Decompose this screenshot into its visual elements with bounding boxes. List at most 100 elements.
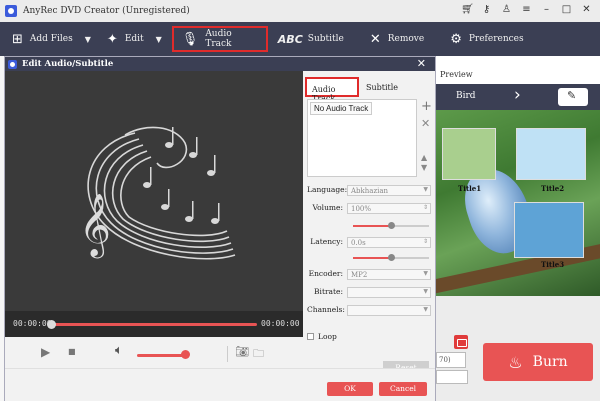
loop-checkbox[interactable]: [307, 333, 314, 340]
dialog-logo-icon: [8, 59, 17, 69]
video-preview: 𝄞: [5, 71, 303, 311]
volume-value: 100%: [351, 205, 372, 213]
title-thumbnail-3[interactable]: [514, 202, 584, 258]
magic-wand-icon: ✦: [106, 31, 118, 47]
add-files-button[interactable]: ⊞ Add Files ▼: [4, 26, 99, 52]
gear-icon: ⚙: [450, 31, 462, 47]
preferences-button[interactable]: ⚙ Preferences: [442, 26, 531, 52]
folder-icon[interactable]: 🗀: [253, 345, 264, 364]
next-arrow-icon[interactable]: ›: [514, 85, 521, 105]
music-note-icon: 𝄞: [79, 126, 236, 260]
language-value: Abkhazian: [351, 187, 389, 195]
dialog-header: Edit Audio/Subtitle ✕: [5, 57, 435, 71]
preferences-label: Preferences: [468, 34, 524, 44]
delete-icon[interactable]: ✕: [421, 117, 430, 130]
folder-icon[interactable]: [454, 335, 468, 349]
tab-subtitle[interactable]: Subtitle: [361, 77, 403, 97]
title-label-2: Title2: [541, 184, 565, 193]
tab-audio-track[interactable]: Audio Track: [305, 77, 359, 103]
burn-button[interactable]: ♨ Burn: [483, 343, 593, 381]
edit-button[interactable]: ✦ Edit ▼: [99, 26, 170, 52]
play-icon[interactable]: ▶: [41, 345, 50, 359]
output-combo[interactable]: 70): [436, 352, 466, 368]
volume-level-handle[interactable]: [388, 222, 395, 229]
volume-level-fill: [353, 225, 391, 227]
key-icon[interactable]: ⚷: [481, 4, 492, 15]
dialog-close-icon[interactable]: ✕: [417, 57, 426, 70]
move-up-icon[interactable]: ▲: [421, 153, 427, 162]
ok-button[interactable]: OK: [327, 382, 373, 396]
stepper-icon[interactable]: ⇕: [423, 204, 428, 211]
minimize-icon[interactable]: –: [541, 4, 552, 15]
encoder-select[interactable]: MP2 ▼: [347, 269, 431, 280]
menu-icon[interactable]: ≡: [521, 4, 532, 15]
latency-fill: [353, 257, 391, 259]
bitrate-select[interactable]: ▼: [347, 287, 431, 298]
chevron-down-icon[interactable]: ▼: [156, 35, 162, 44]
title-bar: AnyRec DVD Creator (Unregistered) 🛒︎ ⚷ ♙…: [0, 0, 600, 22]
channels-row: Channels: ▼: [307, 305, 435, 317]
settings-panel: Audio Track Subtitle No Audio Track + ✕ …: [303, 71, 435, 375]
playback-seek-bar: 00:00:00 00:00:00: [5, 311, 303, 337]
remove-label: Remove: [387, 34, 425, 44]
volume-row: Volume: 100% ⇕: [307, 203, 435, 215]
chevron-down-icon[interactable]: ▼: [85, 35, 91, 44]
loop-option[interactable]: Loop: [307, 332, 337, 341]
volume-level-slider[interactable]: [353, 222, 429, 229]
channels-label: Channels:: [307, 305, 345, 314]
add-icon[interactable]: +: [421, 99, 432, 114]
remove-button[interactable]: ✕ Remove: [362, 26, 432, 52]
stop-icon[interactable]: ■: [68, 347, 76, 356]
menu-template-name: Bird: [456, 91, 476, 101]
encoder-value: MP2: [351, 271, 368, 279]
subtitle-button[interactable]: ABC Subtitle: [270, 26, 352, 52]
edit-menu-button[interactable]: [558, 88, 588, 106]
language-select[interactable]: Abkhazian ▼: [347, 185, 431, 196]
cancel-button[interactable]: Cancel: [379, 382, 427, 396]
svg-text:𝄞: 𝄞: [79, 193, 111, 259]
volume-slider-handle[interactable]: [181, 350, 190, 359]
camera-icon[interactable]: 📷︎: [235, 345, 249, 358]
loop-label: Loop: [318, 332, 337, 341]
title-label-1: Title1: [458, 184, 482, 193]
subtitle-label: Subtitle: [307, 34, 344, 44]
app-logo-icon: [5, 5, 17, 17]
user-icon[interactable]: ♙: [501, 4, 512, 15]
add-files-label: Add Files: [29, 34, 73, 44]
edit-label: Edit: [124, 34, 144, 44]
total-time: 00:00:00: [261, 319, 300, 328]
seek-track[interactable]: [51, 323, 257, 326]
latency-slider[interactable]: [353, 254, 429, 261]
latency-row: Latency: 0.0s ⇕: [307, 237, 435, 249]
audio-track-list[interactable]: No Audio Track: [307, 99, 417, 177]
preview-label: Preview: [440, 70, 473, 79]
bitrate-label: Bitrate:: [314, 287, 343, 296]
stepper-icon[interactable]: ⇕: [423, 238, 428, 245]
volume-field[interactable]: 100% ⇕: [347, 203, 431, 214]
move-down-icon[interactable]: ▼: [421, 163, 427, 172]
title-thumbnail-1[interactable]: [442, 128, 496, 180]
chevron-down-icon: ▼: [423, 288, 428, 295]
audio-track-button[interactable]: 🎙︎ Audio Track: [171, 26, 268, 52]
close-icon[interactable]: ✕: [581, 4, 592, 15]
burn-label: Burn: [532, 354, 568, 370]
volume-icon[interactable]: 🔈︎: [115, 343, 123, 358]
latency-handle[interactable]: [388, 254, 395, 261]
title-thumbnail-2[interactable]: [516, 128, 586, 180]
seek-handle[interactable]: [47, 320, 56, 329]
menu-preview-image: Title1 Title2 Title3: [436, 110, 600, 296]
output-field[interactable]: [436, 370, 468, 384]
playback-controls: ▶ ■ 🔈︎ 📷︎ 🗀: [5, 337, 303, 368]
volume-slider-track[interactable]: [137, 354, 185, 357]
chevron-down-icon: ▼: [423, 270, 428, 277]
maximize-icon[interactable]: □: [561, 4, 572, 15]
cart-icon[interactable]: 🛒︎: [461, 4, 474, 15]
language-label: Language:: [307, 185, 348, 194]
audio-track-label: Audio Track: [205, 29, 232, 49]
menu-navigation-bar: Bird ›: [436, 84, 600, 110]
chevron-down-icon: ▼: [423, 186, 428, 193]
list-item[interactable]: No Audio Track: [310, 102, 373, 115]
fire-icon: ♨: [508, 352, 523, 372]
latency-field[interactable]: 0.0s ⇕: [347, 237, 431, 248]
channels-select[interactable]: ▼: [347, 305, 431, 316]
